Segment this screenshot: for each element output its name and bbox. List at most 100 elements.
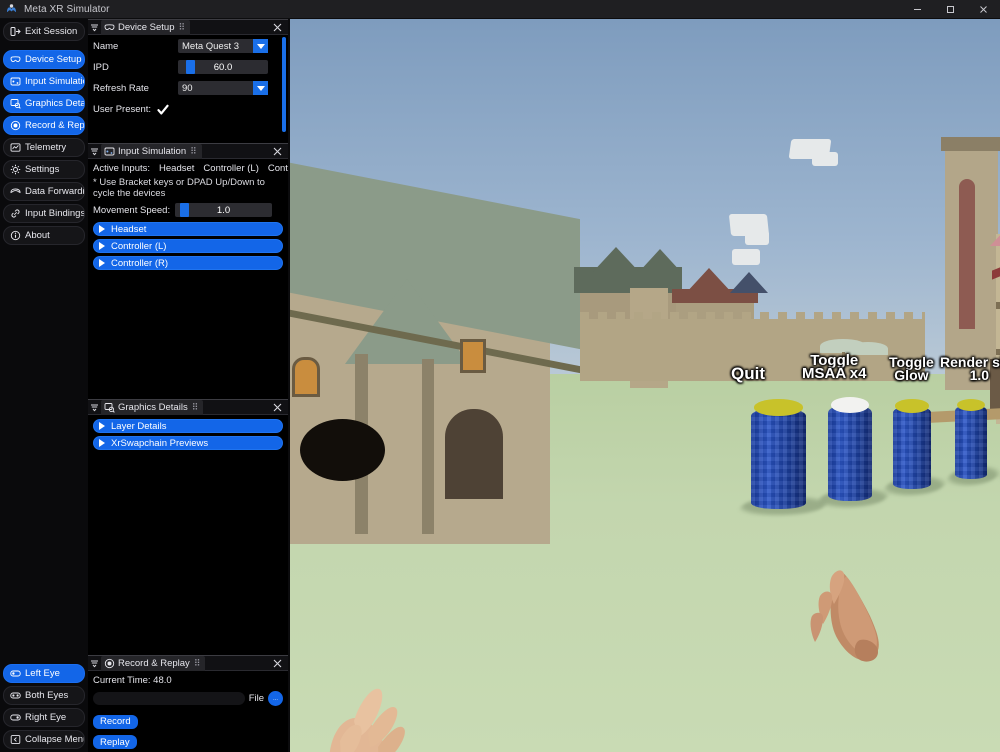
- sidebar-item-label: Input Bindings: [25, 208, 85, 219]
- collapsible-label: Headset: [111, 223, 147, 235]
- collapsible-xrswapchain-previews[interactable]: XrSwapchain Previews: [93, 436, 283, 450]
- panel-record-replay-header[interactable]: Record & Replay ⠿: [88, 655, 288, 671]
- scene-button-quit[interactable]: [735, 399, 830, 515]
- sidebar-item-about[interactable]: About: [3, 226, 85, 245]
- building-mid-b-gable: [685, 268, 733, 294]
- chevron-down-icon[interactable]: [253, 81, 268, 95]
- collapsible-controller-right[interactable]: Controller (R): [93, 256, 283, 270]
- chevron-down-icon[interactable]: [88, 147, 101, 156]
- close-icon[interactable]: [271, 401, 284, 414]
- collapsible-layer-details[interactable]: Layer Details: [93, 419, 283, 433]
- controller-icon: [104, 146, 115, 157]
- sidebar-item-telemetry[interactable]: Telemetry: [3, 138, 85, 157]
- sidebar-eye-label: Right Eye: [25, 712, 67, 723]
- sidebar-item-input-bindings[interactable]: Input Bindings: [3, 204, 85, 223]
- panel-graphics-details-header[interactable]: Graphics Details ⠿: [88, 399, 288, 415]
- record-icon: [10, 120, 21, 131]
- name-select[interactable]: Meta Quest 3: [178, 39, 268, 53]
- close-icon[interactable]: [271, 145, 284, 158]
- scene-label-line: 1.0: [969, 367, 990, 383]
- sidebar-item-label: Graphics Details: [25, 98, 84, 109]
- xr-simulator-viewport[interactable]: Quit Toggle MSAA x4 Toggle Glow Render s…: [290, 19, 1000, 752]
- movement-speed-label: Movement Speed:: [93, 204, 171, 216]
- sidebar-item-exit-session[interactable]: Exit Session: [3, 22, 85, 41]
- sidebar-item-record-replay[interactable]: Record & Replay: [3, 116, 85, 135]
- building-mid-a-gable: [590, 247, 642, 275]
- panel-graphics-details-tab[interactable]: Graphics Details ⠿: [101, 399, 204, 415]
- chevron-down-icon[interactable]: [88, 23, 101, 32]
- maximize-button[interactable]: [934, 0, 967, 19]
- collapsible-label: Controller (R): [111, 257, 169, 269]
- refresh-rate-value: 90: [182, 82, 193, 94]
- file-browse-button[interactable]: ...: [268, 691, 283, 706]
- building-right-beam: [996, 302, 1000, 309]
- panel-device-setup-header[interactable]: Device Setup ⠿: [88, 19, 288, 35]
- panel-scrollbar-device-setup[interactable]: [282, 37, 286, 132]
- drag-handle[interactable]: ⠿: [194, 659, 201, 668]
- button-body: [751, 407, 806, 509]
- refresh-rate-label: Refresh Rate: [93, 82, 149, 94]
- active-input-controller-l: Controller (L): [203, 163, 259, 174]
- scene-button-glow[interactable]: [880, 399, 949, 495]
- keep-tower-roof: [941, 137, 1000, 151]
- building-mid-b-gable: [730, 272, 768, 293]
- panel-record-replay: Record & Replay ⠿ Current Time: 48.0 Fil…: [88, 655, 288, 752]
- headset-icon: [104, 22, 115, 33]
- sidebar-item-right-eye[interactable]: Right Eye: [3, 708, 85, 727]
- drag-handle[interactable]: ⠿: [192, 403, 199, 412]
- sidebar-item-data-forwarding[interactable]: Data Forwarding: [3, 182, 85, 201]
- collapsible-headset[interactable]: Headset: [93, 222, 283, 236]
- cloud: [745, 231, 769, 245]
- sidebar-item-graphics-details[interactable]: Graphics Details: [3, 94, 85, 113]
- active-input-headset: Headset: [159, 163, 195, 174]
- button-body: [955, 405, 987, 479]
- graphics-icon: [10, 98, 21, 109]
- ipd-slider[interactable]: 60.0: [178, 60, 268, 74]
- drag-handle[interactable]: ⠿: [190, 147, 197, 156]
- button-top: [895, 399, 929, 413]
- panel-device-setup-tab[interactable]: Device Setup ⠿: [101, 19, 191, 35]
- drag-handle[interactable]: ⠿: [179, 23, 186, 32]
- panel-input-simulation-tab[interactable]: Input Simulation ⠿: [101, 143, 202, 159]
- app-window: Meta XR Simulator Exit Session Device Se…: [0, 0, 1000, 752]
- left-hand-model: [300, 681, 430, 752]
- ipd-slider-knob[interactable]: [186, 60, 195, 74]
- building-left-post: [422, 359, 434, 534]
- sidebar-item-label: Data Forwarding: [25, 186, 85, 197]
- collapsible-controller-left[interactable]: Controller (L): [93, 239, 283, 253]
- sidebar-item-device-setup[interactable]: Device Setup: [3, 50, 85, 69]
- panel-device-setup-body: Name Meta Quest 3 IPD 60.0 Refresh Rate: [88, 35, 288, 132]
- sidebar-item-collapse-menu[interactable]: Collapse Menu: [3, 730, 85, 749]
- panel-input-simulation-header[interactable]: Input Simulation ⠿: [88, 143, 288, 159]
- minimize-button[interactable]: [901, 0, 934, 19]
- panel-record-replay-body: Current Time: 48.0 File ... Record Repla…: [88, 671, 288, 752]
- close-button[interactable]: [967, 0, 1000, 19]
- checkmark-icon[interactable]: [157, 104, 169, 115]
- chevron-down-icon[interactable]: [88, 659, 101, 668]
- sidebar-item-left-eye[interactable]: Left Eye: [3, 664, 85, 683]
- movement-speed-slider-knob[interactable]: [180, 203, 189, 217]
- replay-button[interactable]: Replay: [93, 735, 137, 749]
- panel-record-replay-tab[interactable]: Record & Replay ⠿: [101, 655, 206, 671]
- refresh-rate-select[interactable]: 90: [178, 81, 268, 95]
- sidebar-item-both-eyes[interactable]: Both Eyes: [3, 686, 85, 705]
- building-left-gable: [345, 279, 469, 364]
- movement-speed-slider[interactable]: 1.0: [175, 203, 272, 217]
- scene-button-render-size[interactable]: [943, 399, 1000, 485]
- close-icon[interactable]: [271, 21, 284, 34]
- scene-button-msaa[interactable]: [814, 397, 892, 507]
- close-icon[interactable]: [271, 657, 284, 670]
- keep-tower-stripe: [959, 179, 975, 329]
- record-path-input[interactable]: [93, 692, 245, 705]
- sidebar-eye-group: Left Eye Both Eyes Right Eye Collapse Me…: [3, 664, 85, 752]
- record-button[interactable]: Record: [93, 714, 138, 729]
- chevron-down-icon[interactable]: [253, 39, 268, 53]
- active-inputs-label: Active Inputs:: [93, 163, 151, 174]
- sidebar-item-input-simulation[interactable]: Input Simulation: [3, 72, 85, 91]
- button-top: [956, 399, 986, 411]
- sidebar-item-label: About: [25, 230, 50, 241]
- sidebar-item-settings[interactable]: Settings: [3, 160, 85, 179]
- scene-label-line: Quit: [731, 364, 765, 383]
- chevron-down-icon[interactable]: [88, 403, 101, 412]
- input-simulation-hint: * Use Bracket keys or DPAD Up/Down to cy…: [93, 177, 265, 199]
